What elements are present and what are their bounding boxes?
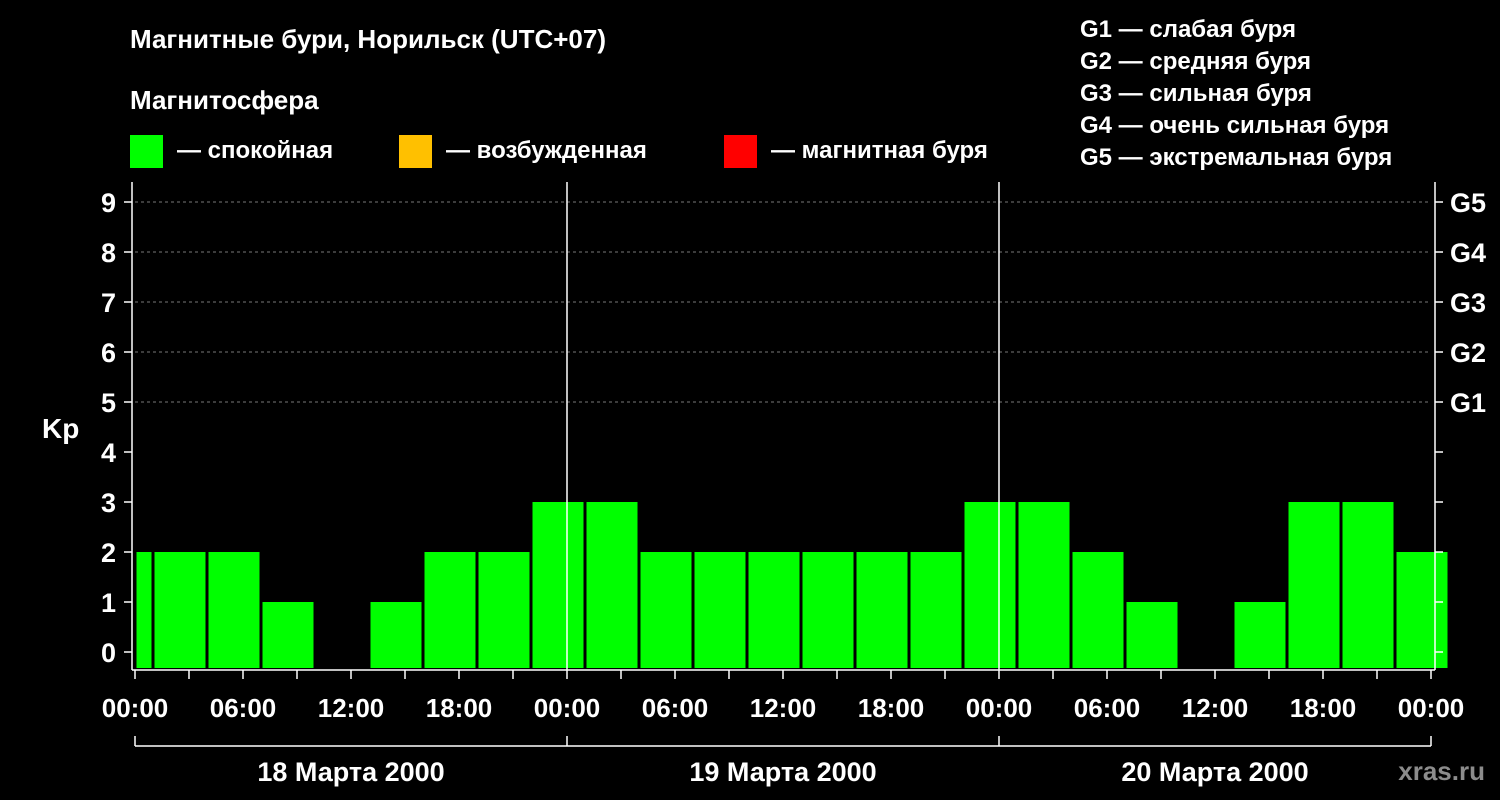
kp-bar: [586, 502, 638, 668]
legend-label-active: — возбужденная: [446, 137, 647, 164]
g-scale-g3: G3 — сильная буря: [1080, 80, 1312, 107]
kp-bar: [856, 552, 908, 668]
legend-label-quiet: — спокойная: [177, 137, 333, 164]
kp-bar: [478, 552, 530, 668]
kp-bar: [1342, 502, 1394, 668]
kp-bar: [802, 552, 854, 668]
x-tick-label: 06:00: [210, 693, 277, 723]
kp-bar: [154, 552, 206, 668]
y-tick-label: 4: [101, 438, 116, 468]
y-tick-label: 3: [101, 488, 116, 518]
x-tick-label: 18:00: [1290, 693, 1357, 723]
kp-bar: [694, 552, 746, 668]
chart: Магнитные бури, Норильск (UTC+07) Магнит…: [42, 16, 1486, 787]
x-tick-label: 00:00: [966, 693, 1033, 723]
y-axis-label: Kp: [42, 413, 79, 444]
g-level-label: G2: [1450, 338, 1486, 368]
g-scale-g1: G1 — слабая буря: [1080, 16, 1296, 43]
g-level-label: G1: [1450, 388, 1486, 418]
kp-bar: [640, 552, 692, 668]
y-tick-label: 1: [101, 588, 116, 618]
legend-swatch-quiet: [130, 135, 163, 168]
kp-bar: [262, 602, 314, 668]
kp-bar: [748, 552, 800, 668]
day-label: 20 Марта 2000: [1121, 757, 1308, 787]
y-tick-label: 9: [101, 188, 116, 218]
kp-bar: [532, 502, 584, 668]
kp-bar: [136, 552, 152, 668]
kp-bar: [1072, 552, 1124, 668]
x-tick-label: 06:00: [642, 693, 709, 723]
g-scale-g4: G4 — очень сильная буря: [1080, 112, 1389, 139]
kp-bar: [208, 552, 260, 668]
x-tick-label: 18:00: [858, 693, 925, 723]
x-tick-label: 00:00: [534, 693, 601, 723]
kp-bar: [424, 552, 476, 668]
y-tick-label: 2: [101, 538, 116, 568]
y-tick-label: 6: [101, 338, 116, 368]
kp-bar: [910, 552, 962, 668]
y-tick-label: 8: [101, 238, 116, 268]
kp-bar: [1126, 602, 1178, 668]
y-tick-label: 5: [101, 388, 116, 418]
legend-swatch-storm: [724, 135, 757, 168]
g-scale-g5: G5 — экстремальная буря: [1080, 144, 1392, 171]
kp-bar: [1288, 502, 1340, 668]
kp-bar: [370, 602, 422, 668]
kp-bar: [964, 502, 1016, 668]
chart-title: Магнитные бури, Норильск (UTC+07): [130, 24, 606, 54]
x-tick-label: 12:00: [1182, 693, 1249, 723]
kp-bar: [1234, 602, 1286, 668]
legend-swatch-active: [399, 135, 432, 168]
x-tick-label: 12:00: [318, 693, 385, 723]
kp-bar: [1396, 552, 1448, 668]
x-tick-label: 00:00: [102, 693, 169, 723]
y-tick-label: 0: [101, 638, 116, 668]
x-tick-label: 18:00: [426, 693, 493, 723]
g-level-label: G3: [1450, 288, 1486, 318]
kp-bar: [1018, 502, 1070, 668]
g-level-label: G4: [1450, 238, 1486, 268]
legend-label-storm: — магнитная буря: [771, 137, 988, 164]
g-level-label: G5: [1450, 188, 1486, 218]
watermark: xras.ru: [1398, 756, 1485, 786]
day-label: 18 Марта 2000: [257, 757, 444, 787]
legend-title: Магнитосфера: [130, 85, 319, 115]
x-tick-label: 12:00: [750, 693, 817, 723]
x-tick-label: 06:00: [1074, 693, 1141, 723]
day-label: 19 Марта 2000: [689, 757, 876, 787]
y-tick-label: 7: [101, 288, 116, 318]
x-tick-label: 00:00: [1398, 693, 1465, 723]
g-scale-g2: G2 — средняя буря: [1080, 48, 1311, 75]
plot-area: 0 1 2 3 4 5 6 7 8 9 G1 G2 G3 G4 G5 00:00 06:00 12:00 18:00…: [101, 182, 1486, 787]
